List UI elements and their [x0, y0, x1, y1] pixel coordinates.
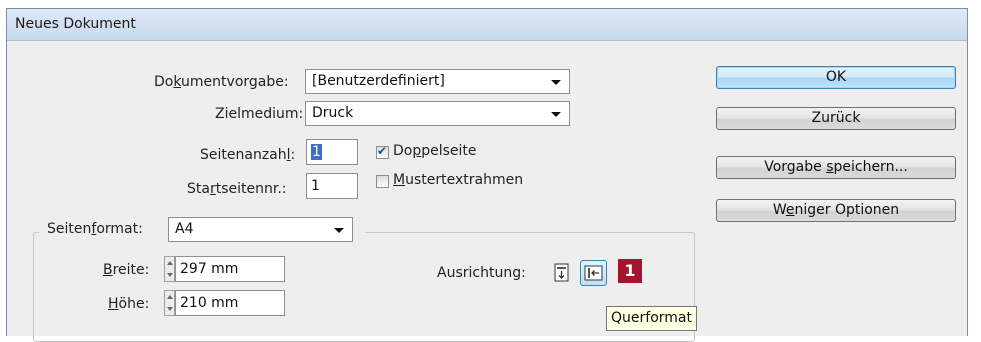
chevron-down-icon — [334, 228, 344, 233]
width-value: 297 mm — [180, 261, 239, 277]
pages-input[interactable]: 1 — [306, 139, 358, 165]
page-size-value: A4 — [175, 221, 194, 237]
facing-pages-checkbox[interactable]: ✔ — [376, 144, 389, 159]
width-label: Breite: — [103, 262, 150, 278]
page-size-label: Seitenformat: — [47, 221, 143, 237]
title-bar: Neues Dokument — [7, 9, 967, 41]
pages-label: Seitenanzahl: — [200, 147, 296, 163]
ok-button[interactable]: OK — [716, 66, 956, 89]
start-page-value: 1 — [311, 178, 320, 194]
intent-label: Zielmedium: — [215, 106, 304, 122]
dialog-title: Neues Dokument — [15, 16, 136, 32]
height-label: Höhe: — [108, 296, 150, 312]
master-text-frame-checkbox[interactable] — [376, 175, 389, 188]
pages-value: 1 — [311, 144, 322, 160]
document-preset-value: [Benutzerdefiniert] — [312, 73, 445, 89]
height-stepper[interactable] — [164, 290, 175, 316]
save-preset-button[interactable]: Vorgabe speichern... — [716, 156, 956, 179]
width-input[interactable]: 297 mm — [175, 256, 285, 282]
back-button[interactable]: Zurück — [716, 107, 956, 130]
start-page-input[interactable]: 1 — [306, 173, 358, 199]
height-value: 210 mm — [180, 295, 239, 311]
intent-value: Druck — [312, 105, 354, 121]
document-preset-label: Dokumentvorgabe: — [154, 74, 289, 90]
stepper-up-icon[interactable] — [167, 295, 173, 299]
tooltip: Querformat — [606, 306, 697, 331]
stepper-down-icon[interactable] — [167, 307, 173, 311]
chevron-down-icon — [551, 80, 561, 85]
stepper-up-icon[interactable] — [167, 261, 173, 265]
checkmark-icon: ✔ — [377, 144, 388, 158]
chevron-down-icon — [551, 112, 561, 117]
page-size-dropdown[interactable]: A4 — [168, 217, 353, 242]
start-page-label: Startseitennr.: — [187, 181, 287, 197]
landscape-icon — [584, 265, 603, 281]
facing-pages-label[interactable]: Doppelseite — [393, 143, 477, 159]
fewer-options-button[interactable]: Weniger Optionen — [716, 199, 956, 222]
document-preset-dropdown[interactable]: [Benutzerdefiniert] — [305, 69, 570, 94]
intent-dropdown[interactable]: Druck — [305, 101, 570, 126]
callout-badge: 1 — [618, 259, 642, 283]
new-document-dialog: Neues Dokument Dokumentvorgabe: [Benutze… — [6, 8, 968, 342]
width-stepper[interactable] — [164, 256, 175, 282]
landscape-orientation-button[interactable] — [580, 260, 607, 286]
master-text-frame-label[interactable]: Mustertextrahmen — [393, 172, 523, 188]
height-input[interactable]: 210 mm — [175, 290, 285, 316]
orientation-label: Ausrichtung: — [437, 265, 526, 281]
stepper-down-icon[interactable] — [167, 273, 173, 277]
portrait-icon — [554, 263, 569, 282]
portrait-orientation-button[interactable] — [549, 261, 574, 285]
